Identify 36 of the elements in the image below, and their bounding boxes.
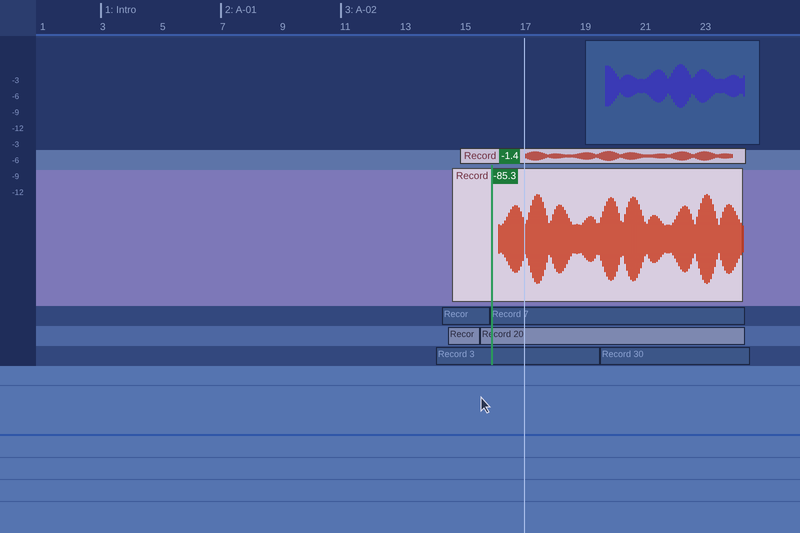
meter-scale-label: -9 <box>12 108 20 118</box>
meter-scale-label: -6 <box>12 92 20 102</box>
mouse-cursor-icon <box>480 396 492 414</box>
level-readout: -85.3 <box>491 169 518 184</box>
marker-label[interactable]: 1: Intro <box>100 3 136 18</box>
meter-scale-label: -3 <box>12 76 20 86</box>
clip[interactable]: Record 30 <box>600 347 750 365</box>
ruler-number: 13 <box>400 21 412 35</box>
take-clip[interactable]: Record -1.4 <box>460 148 746 164</box>
ruler-number: 15 <box>460 21 472 35</box>
ruler-number: 3 <box>100 21 106 35</box>
clip[interactable]: Recor <box>442 307 490 325</box>
ruler-number: 9 <box>280 21 286 35</box>
level-readout: -1.4 <box>499 148 520 164</box>
ruler-number: 19 <box>580 21 592 35</box>
audio-clip[interactable]: Record -85.3 <box>452 168 743 302</box>
ruler-number: 17 <box>520 21 532 35</box>
marker-label[interactable]: 3: A-02 <box>340 3 377 18</box>
ruler-number: 1 <box>40 21 46 35</box>
marker-label[interactable]: 2: A-01 <box>220 3 257 18</box>
clip[interactable]: Record 3 <box>436 347 600 365</box>
ruler-number: 7 <box>220 21 226 35</box>
meter-scale-label: -12 <box>12 188 25 198</box>
ruler-number: 21 <box>640 21 652 35</box>
clip-label: Record <box>463 150 498 164</box>
clip-label: Record <box>455 170 490 184</box>
meter-scale-label: -3 <box>12 140 20 150</box>
meter-scale-label: -12 <box>12 124 25 134</box>
audio-clip[interactable] <box>585 40 760 145</box>
ruler-number: 5 <box>160 21 166 35</box>
ruler-number: 11 <box>340 21 350 35</box>
ruler-number: 23 <box>700 21 712 35</box>
timeline-ruler[interactable]: 1 3 5 7 9 11 13 15 17 19 21 23 1: Intro 2: A-01 3: A-02 <box>36 0 800 36</box>
clip[interactable]: Recor <box>448 327 480 345</box>
meter-scale-label: -6 <box>12 156 20 166</box>
meter-scale-label: -9 <box>12 172 20 182</box>
